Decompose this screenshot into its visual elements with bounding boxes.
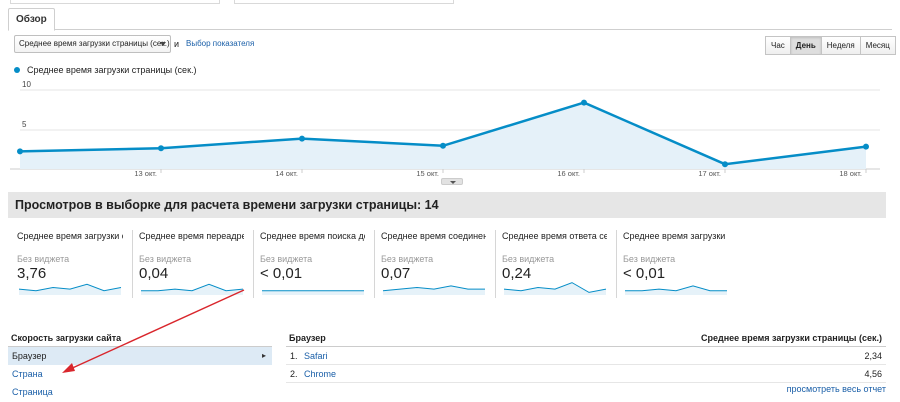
series-area <box>20 102 866 169</box>
metric-dropdown-value: Среднее время загрузки страницы (сек.) <box>19 39 170 48</box>
summary-bar: Просмотров в выборке для расчета времени… <box>8 192 886 218</box>
site-speed-item-label: Страна <box>12 369 43 379</box>
sparkline-area <box>262 290 364 295</box>
site-speed-item-label: Браузер <box>12 351 47 361</box>
choose-metric-link[interactable]: Выбор показателя <box>186 39 254 48</box>
data-point <box>299 135 305 142</box>
scorecard-sub: Без виджета <box>381 254 434 264</box>
row-value: 2,34 <box>864 350 882 361</box>
scorecard-name: Среднее время загрузки страницы (сек.) <box>17 231 123 241</box>
x-tick-label: 15 окт. <box>416 169 439 178</box>
row-index: 1. <box>290 350 298 361</box>
x-tick-label: 17 окт. <box>698 169 721 178</box>
scorecard[interactable]: Среднее время поиска домена (сек.) Без ви… <box>253 230 371 298</box>
sparkline-line <box>625 285 727 292</box>
scorecard[interactable]: Среднее время переадресации (сек.) Без ви… <box>132 230 250 298</box>
row-browser-link[interactable]: Safari <box>304 351 864 361</box>
x-tick-label: 16 окт. <box>557 169 580 178</box>
table-header-browser: Браузер <box>289 333 326 343</box>
sparkline <box>18 283 122 295</box>
site-speed-title: Скорость загрузки сайта <box>8 330 272 347</box>
site-speed-panel: Скорость загрузки сайта Браузер ▸ Страна… <box>8 330 272 401</box>
site-speed-item-page[interactable]: Страница <box>8 383 272 401</box>
tab-bar: Обзор <box>8 8 892 31</box>
top-frame <box>0 0 900 6</box>
data-point <box>722 161 728 168</box>
table-header-metric: Среднее время загрузки страницы (сек.) <box>701 333 882 343</box>
site-speed-item-country[interactable]: Страна <box>8 365 272 383</box>
scorecard[interactable]: Среднее время ответа сервера (сек.) Без в… <box>495 230 613 298</box>
scorecard[interactable]: Среднее время загрузки страницы (сек.) Бе… <box>11 230 129 298</box>
browser-table: Браузер Среднее время загрузки страницы … <box>286 330 886 394</box>
scorecard-sub: Без виджета <box>139 254 192 264</box>
scorecard-name: Среднее время ответа сервера (сек.) <box>502 231 607 241</box>
sparkline <box>503 282 607 295</box>
site-speed-item-browser[interactable]: Браузер ▸ <box>8 347 272 365</box>
y-tick-label: 10 <box>22 80 31 89</box>
chevron-down-icon <box>160 42 166 46</box>
y-tick-label: 5 <box>22 120 27 129</box>
row-browser-link[interactable]: Chrome <box>304 369 864 379</box>
scorecard-name: Среднее время поиска домена (сек.) <box>260 231 365 241</box>
line-chart: 10 5 13 окт. 14 окт. 15 окт. 16 окт. 17 окт. 18… <box>10 80 880 178</box>
scorecard-name: Среднее время загрузки страницы (сек.) <box>623 231 728 241</box>
period-day-button[interactable]: День <box>789 36 822 55</box>
scorecard[interactable]: Среднее время загрузки страницы (сек.) Бе… <box>616 230 734 298</box>
table-header: Браузер Среднее время загрузки страницы … <box>286 330 886 347</box>
period-hour-button[interactable]: Час <box>765 36 791 55</box>
data-point <box>440 142 446 149</box>
sparkline-area <box>141 284 243 295</box>
sparkline <box>262 290 364 295</box>
x-tick-label: 13 окт. <box>134 169 157 178</box>
table-row: 1. Safari 2,34 <box>286 347 886 365</box>
top-segment-box <box>234 0 454 4</box>
row-value: 4,56 <box>864 368 882 379</box>
period-selector: Час День Неделя Месяц <box>765 36 896 55</box>
period-week-button[interactable]: Неделя <box>820 36 861 55</box>
tab-overview[interactable]: Обзор <box>8 8 55 31</box>
data-point <box>17 148 23 155</box>
scorecard[interactable]: Среднее время соединения с сервером (сек… <box>374 230 492 298</box>
scorecard-sub: Без виджета <box>17 254 70 264</box>
chart-legend: Среднее время загрузки страницы (сек.) <box>14 65 197 75</box>
sparkline <box>625 285 727 295</box>
table-row: 2. Chrome 4,56 <box>286 365 886 383</box>
period-month-button[interactable]: Месяц <box>859 36 896 55</box>
sparkline-line <box>141 283 244 292</box>
site-speed-item-label: Страница <box>12 387 53 397</box>
data-point <box>581 99 587 106</box>
legend-dot-icon <box>14 67 20 73</box>
metric-dropdown[interactable]: Среднее время загрузки страницы (сек.) <box>14 35 171 53</box>
sparkline <box>382 285 485 295</box>
chevron-down-icon <box>450 181 456 184</box>
scorecard-sub: Без виджета <box>260 254 313 264</box>
scorecard-name: Среднее время переадресации (сек.) <box>139 231 244 241</box>
data-point <box>863 143 869 150</box>
data-point <box>158 145 164 152</box>
row-index: 2. <box>290 368 298 379</box>
x-tick-label: 18 окт. <box>839 169 862 178</box>
sparkline-area <box>383 285 485 295</box>
chart-collapse-toggle[interactable] <box>441 178 463 185</box>
legend-label: Среднее время загрузки страницы (сек.) <box>27 65 197 75</box>
x-tick-label: 14 окт. <box>275 169 298 178</box>
top-segment-box <box>10 0 220 4</box>
sparkline <box>141 283 244 295</box>
chevron-right-icon: ▸ <box>261 351 266 360</box>
and-text: и <box>174 39 180 49</box>
scorecard-sub: Без виджета <box>502 254 555 264</box>
full-report-link[interactable]: просмотреть весь отчет <box>787 384 886 394</box>
scorecard-sub: Без виджета <box>623 254 676 264</box>
scorecard-name: Среднее время соединения с сервером (сек… <box>381 231 486 241</box>
